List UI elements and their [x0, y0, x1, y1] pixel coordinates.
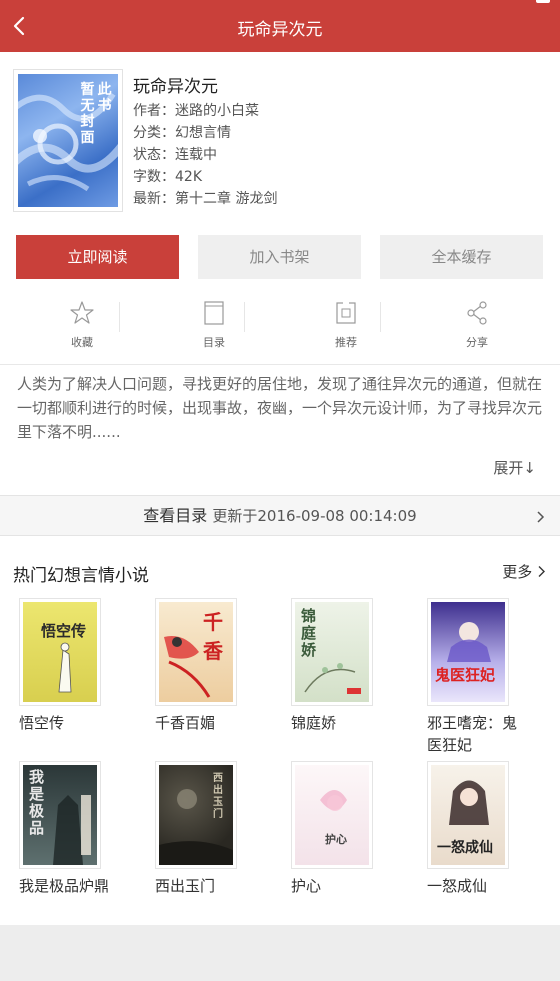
cover-image: 锦庭娇 [295, 602, 369, 702]
book-category: 分类：幻想言情 [133, 125, 231, 141]
book-card[interactable]: 一怒成仙 一怒成仙 [427, 761, 537, 897]
catalog-updated-time: 更新于2016-09-08 00:14:09 [212, 507, 417, 525]
more-label: 更多 [502, 563, 533, 581]
favorite-label: 收藏 [71, 336, 93, 349]
book-thumb: 鬼医狂妃 [427, 598, 509, 706]
view-catalog-row[interactable]: 查看目录 更新于2016-09-08 00:14:09 [0, 495, 560, 536]
favorite-button[interactable]: 收藏 [22, 296, 142, 356]
book-thumb: 锦庭娇 [291, 598, 373, 706]
catalog-button[interactable]: 目录 [154, 296, 274, 356]
share-button[interactable]: 分享 [417, 296, 537, 356]
cover-text-col1: 此书 [97, 82, 112, 114]
book-card[interactable]: 西出玉门 西出玉门 [155, 761, 265, 897]
book-card[interactable]: 鬼医狂妃 邪王嗜宠：鬼医狂妃 [427, 598, 537, 756]
book-author: 作者：迷路的小白菜 [133, 103, 259, 119]
chevron-right-icon [537, 511, 545, 523]
book-title: 护心 [291, 877, 322, 895]
book-name: 玩命异次元 [133, 77, 218, 97]
chevron-right-icon [538, 566, 545, 577]
book-thumb: 护心 [291, 761, 373, 869]
book-latest-chapter: 最新：第十二章 游龙剑 [133, 191, 278, 207]
book-card[interactable]: 锦庭娇 锦庭娇 [291, 598, 401, 734]
book-cover: 此书 暂无封面 [13, 69, 123, 212]
cover-figure [320, 790, 347, 811]
book-title: 一怒成仙 [427, 877, 488, 895]
action-bar: 收藏 目录 推荐 分享 [0, 296, 560, 356]
divider [119, 302, 120, 332]
recommend-icon [336, 302, 356, 324]
book-thumb: 千香 [155, 598, 237, 706]
book-title: 悟空传 [19, 714, 65, 732]
book-card[interactable]: 千香 千香百媚 [155, 598, 265, 734]
book-status: 状态：连载中 [133, 147, 217, 163]
book-thumb: 悟空传 [19, 598, 101, 706]
book-card[interactable]: 护心 护心 [291, 761, 401, 897]
book-detail: 此书 暂无封面 玩命异次元 作者：迷路的小白菜 分类：幻想言情 状态：连载中 字… [0, 52, 560, 925]
cover-figure [304, 663, 361, 694]
book-thumb: 我是极品 [19, 761, 101, 869]
cover-figure [159, 789, 233, 865]
book-words: 字数：42K [133, 169, 202, 185]
more-button[interactable]: 更多 [502, 561, 546, 582]
book-thumb: 一怒成仙 [427, 761, 509, 869]
cover-figure [447, 622, 491, 662]
star-icon [70, 301, 94, 324]
catalog-label: 目录 [203, 336, 225, 349]
bottom-area [0, 925, 560, 981]
cover-image: 我是极品 [23, 765, 97, 865]
book-info: 玩命异次元 作者：迷路的小白菜 分类：幻想言情 状态：连载中 字数：42K 最新… [133, 72, 277, 207]
hot-section-title: 热门幻想言情小说 [13, 566, 149, 586]
top-bar: 玩命异次元 [0, 0, 560, 52]
page-title: 玩命异次元 [237, 20, 323, 40]
cover-figure [164, 636, 211, 698]
book-title: 锦庭娇 [291, 714, 337, 732]
cover-image: 护心 [295, 765, 369, 865]
recommend-label: 推荐 [335, 336, 357, 349]
cover-figure [449, 780, 489, 825]
cover-image: 鬼医狂妃 [431, 602, 505, 702]
status-bar-indicator [536, 0, 550, 3]
cover-image: 悟空传 [23, 602, 97, 702]
book-title: 我是极品炉鼎 [19, 877, 110, 895]
catalog-icon [204, 301, 224, 325]
book-title: 千香百媚 [155, 714, 216, 732]
cover-image: 千香 [159, 602, 233, 702]
book-title: 西出玉门 [155, 877, 216, 895]
divider [0, 364, 560, 365]
cover-text-col2: 暂无封面 [80, 82, 95, 146]
book-thumb: 西出玉门 [155, 761, 237, 869]
expand-description-button[interactable]: 展开↓ [493, 457, 536, 478]
cover-image: 此书 暂无封面 [18, 74, 118, 207]
share-icon [467, 301, 487, 325]
divider [244, 302, 245, 332]
book-card[interactable]: 我是极品 我是极品炉鼎 [19, 761, 129, 897]
add-to-shelf-button[interactable]: 加入书架 [198, 235, 361, 279]
recommend-button[interactable]: 推荐 [286, 296, 406, 356]
share-label: 分享 [466, 336, 488, 349]
view-catalog-label: 查看目录 [143, 506, 208, 525]
cover-image: 西出玉门 [159, 765, 233, 865]
cache-all-button[interactable]: 全本缓存 [380, 235, 543, 279]
cover-image: 一怒成仙 [431, 765, 505, 865]
read-now-button[interactable]: 立即阅读 [16, 235, 179, 279]
book-description: 人类为了解决人口问题，寻找更好的居住地，发现了通往异次元的通道，但就在一切都顺利… [17, 375, 543, 441]
book-card[interactable]: 悟空传 悟空传 [19, 598, 129, 734]
divider [380, 302, 381, 332]
cover-figure [53, 795, 91, 865]
cover-figure [58, 642, 72, 693]
book-title: 邪王嗜宠：鬼医狂妃 [427, 714, 518, 754]
